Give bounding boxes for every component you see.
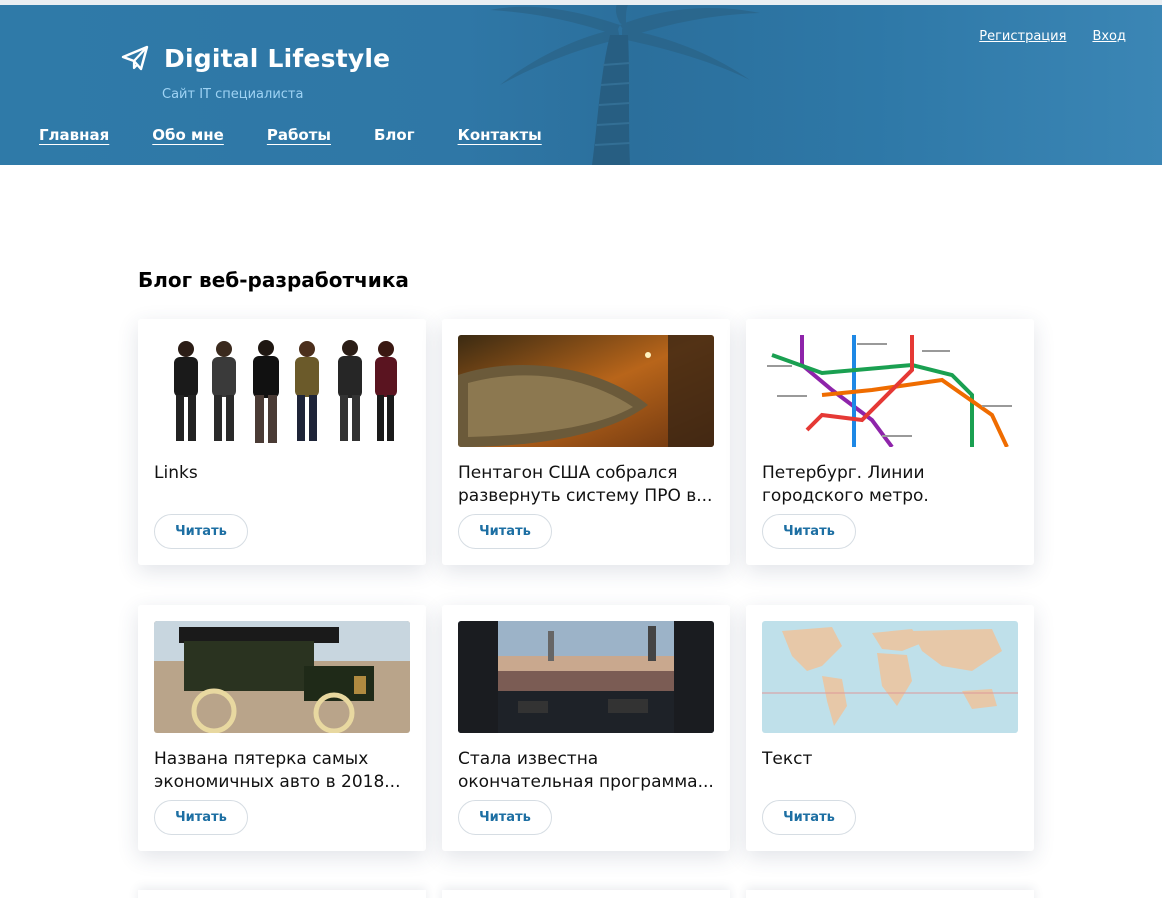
post-card: Текст Читать (746, 605, 1034, 851)
post-card-peek (442, 890, 730, 898)
read-button[interactable]: Читать (458, 800, 552, 835)
auth-links: Регистрация Вход (979, 29, 1126, 44)
nav-item-blog[interactable]: Блог (374, 126, 415, 144)
post-image-metro-map[interactable] (762, 335, 1018, 447)
post-card: Стала известна окончательная программа..… (442, 605, 730, 851)
post-title[interactable]: Названа пятерка самых экономичных авто в… (154, 748, 412, 794)
post-image-people[interactable] (154, 335, 410, 447)
read-button[interactable]: Читать (154, 800, 248, 835)
brand[interactable]: Digital Lifestyle (120, 43, 390, 73)
post-card: Названа пятерка самых экономичных авто в… (138, 605, 426, 851)
post-title[interactable]: Текст (762, 748, 1020, 771)
post-title[interactable]: Петербург. Линии городского метро. (762, 462, 1020, 508)
posts-grid: Links Читать Пентагон США собрался разве… (138, 319, 1034, 851)
read-button[interactable]: Читать (458, 514, 552, 549)
nav-item-about[interactable]: Обо мне (152, 126, 224, 144)
page-title: Блог веб-разработчика (138, 268, 409, 292)
nav-item-works[interactable]: Работы (267, 126, 331, 144)
post-title[interactable]: Пентагон США собрался развернуть систему… (458, 462, 716, 508)
post-card-peek (138, 890, 426, 898)
post-card: Пентагон США собрался развернуть систему… (442, 319, 730, 565)
read-button[interactable]: Читать (762, 514, 856, 549)
post-image-spaceship[interactable] (458, 335, 714, 447)
main-nav: Главная Обо мне Работы Блог Контакты (39, 126, 585, 144)
post-card: Links Читать (138, 319, 426, 565)
post-card: Петербург. Линии городского метро. Читат… (746, 319, 1034, 565)
post-title[interactable]: Links (154, 462, 412, 485)
post-card-peek (746, 890, 1034, 898)
nav-item-home[interactable]: Главная (39, 126, 109, 144)
site-header: Digital Lifestyle Сайт IT специалиста Ре… (0, 5, 1162, 165)
paper-plane-icon (121, 45, 149, 71)
read-button[interactable]: Читать (154, 514, 248, 549)
brand-title: Digital Lifestyle (164, 43, 391, 73)
post-image-world-map[interactable] (762, 621, 1018, 733)
brand-subtitle: Сайт IT специалиста (162, 87, 304, 102)
post-image-vintage-car[interactable] (154, 621, 410, 733)
post-title[interactable]: Стала известна окончательная программа..… (458, 748, 716, 794)
nav-item-contacts[interactable]: Контакты (458, 126, 542, 144)
register-link[interactable]: Регистрация (979, 29, 1066, 44)
login-link[interactable]: Вход (1092, 29, 1126, 44)
read-button[interactable]: Читать (762, 800, 856, 835)
post-image-concert[interactable] (458, 621, 714, 733)
